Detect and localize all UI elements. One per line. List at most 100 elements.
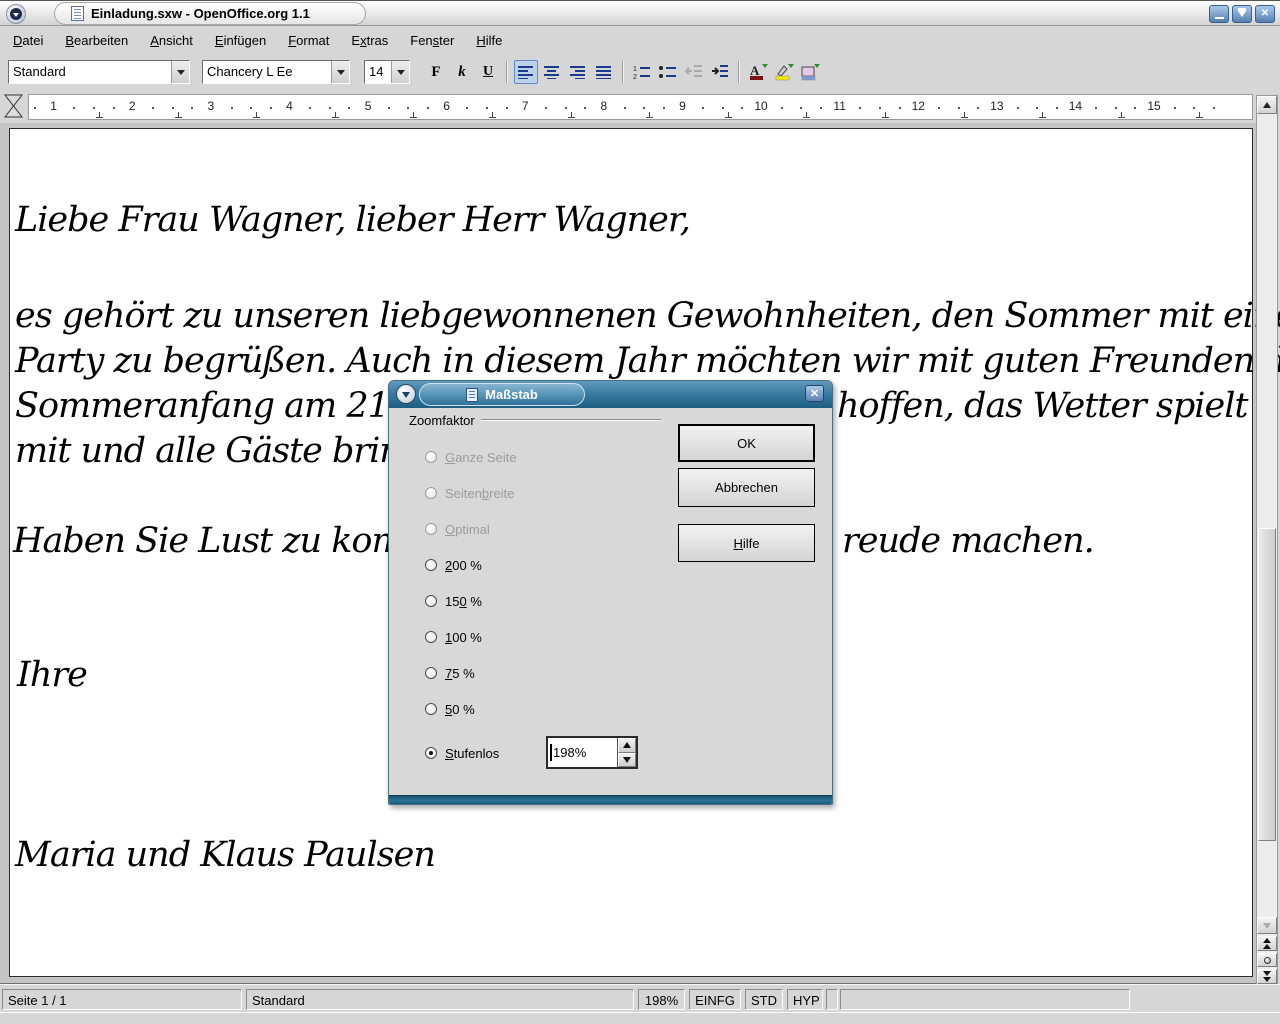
font-name-select[interactable]: Chancery L Ee: [202, 60, 350, 84]
status-198-[interactable]: 198%: [638, 989, 685, 1010]
tab-stop-marker[interactable]: [725, 112, 732, 118]
title-pill[interactable]: Einladung.sxw - OpenOffice.org 1.1: [54, 2, 366, 25]
tab-stop-marker[interactable]: [1118, 112, 1125, 118]
ruler-tick: [1174, 107, 1176, 109]
minimize-button[interactable]: [1209, 5, 1229, 23]
next-page-button[interactable]: [1257, 969, 1277, 984]
spin-up-button[interactable]: [618, 738, 636, 753]
radio-circle-icon[interactable]: [425, 631, 437, 643]
menu-hilfe[interactable]: Hilfe: [465, 29, 513, 52]
menu-datei[interactable]: Datei: [2, 29, 54, 52]
radio-150-[interactable]: 150 %: [425, 590, 482, 612]
tab-stop-marker[interactable]: [646, 112, 653, 118]
vertical-scrollbar[interactable]: [1256, 95, 1278, 984]
radio-stufenlos[interactable]: Stufenlos: [425, 742, 499, 764]
tab-stop-marker[interactable]: [1196, 112, 1203, 118]
increase-indent-button[interactable]: [708, 60, 732, 84]
scrollbar-thumb[interactable]: [1258, 528, 1276, 841]
arrow-up-icon: [623, 742, 631, 748]
decrease-indent-button[interactable]: [682, 60, 706, 84]
tab-stop-marker[interactable]: [803, 112, 810, 118]
radio-75-[interactable]: 75 %: [425, 662, 475, 684]
tab-stop-marker[interactable]: [1039, 112, 1046, 118]
radio-ganze-seite: Ganze Seite: [425, 446, 517, 468]
font-name-value: Chancery L Ee: [203, 61, 331, 83]
radio-200-[interactable]: 200 %: [425, 554, 482, 576]
arrow-down-icon: [623, 757, 631, 763]
previous-page-button[interactable]: [1257, 936, 1277, 951]
radio-circle-icon[interactable]: [425, 703, 437, 715]
radio-circle-icon[interactable]: [425, 747, 437, 759]
tab-stop-marker[interactable]: [961, 112, 968, 118]
align-right-button[interactable]: [566, 60, 590, 84]
spin-down-button[interactable]: [618, 753, 636, 768]
font-size-select[interactable]: 14: [364, 60, 410, 84]
tab-stop-marker[interactable]: [175, 112, 182, 118]
style-dropdown-button[interactable]: [171, 61, 189, 83]
status-hyp[interactable]: HYP: [787, 989, 823, 1010]
tab-stop-marker[interactable]: [96, 112, 103, 118]
radio-circle-icon[interactable]: [425, 595, 437, 607]
menu-bearbeiten[interactable]: Bearbeiten: [54, 29, 139, 52]
bold-button[interactable]: F: [424, 60, 448, 84]
bullet-list-button[interactable]: [656, 60, 680, 84]
abbrechen-button[interactable]: Abbrechen: [678, 468, 815, 507]
numbered-list-icon: 12: [633, 64, 651, 80]
numbered-list-button[interactable]: 12: [630, 60, 654, 84]
size-dropdown-button[interactable]: [391, 61, 409, 83]
status-seite-1-1[interactable]: Seite 1 / 1: [2, 989, 242, 1010]
italic-button[interactable]: k: [450, 60, 474, 84]
tab-stop-marker[interactable]: [410, 112, 417, 118]
menu-einfügen[interactable]: Einfügen: [204, 29, 277, 52]
highlighting-button[interactable]: [772, 60, 796, 84]
tab-stop-marker[interactable]: [568, 112, 575, 118]
radio-circle-icon[interactable]: [425, 667, 437, 679]
menu-ansicht[interactable]: Ansicht: [139, 29, 204, 52]
radio-100-[interactable]: 100 %: [425, 626, 482, 648]
maximize-button[interactable]: [1232, 5, 1252, 23]
radio-circle-icon[interactable]: [425, 559, 437, 571]
underline-button[interactable]: U: [476, 60, 500, 84]
zoom-value-spinbox[interactable]: 198%: [546, 736, 638, 769]
hilfe-button[interactable]: Hilfe: [678, 524, 815, 562]
tab-stop-marker[interactable]: [489, 112, 496, 118]
font-dropdown-button[interactable]: [331, 61, 349, 83]
window-menu-button[interactable]: [6, 4, 26, 24]
status-std[interactable]: STD: [745, 989, 783, 1010]
align-center-button[interactable]: [540, 60, 564, 84]
font-color-button[interactable]: A: [746, 60, 770, 84]
ruler-tick: [1017, 107, 1019, 109]
titlebar: Einladung.sxw - OpenOffice.org 1.1 ✕: [0, 0, 1280, 26]
close-button[interactable]: ✕: [1255, 5, 1275, 23]
ok-button[interactable]: OK: [678, 424, 815, 462]
indent-markers-icon[interactable]: [3, 92, 25, 120]
ruler-tick: [506, 107, 508, 109]
chevron-down-icon: [337, 70, 345, 75]
navigation-button[interactable]: [1257, 953, 1277, 967]
tab-stop-marker[interactable]: [253, 112, 260, 118]
status-empty-cell[interactable]: [826, 989, 838, 1010]
justify-button[interactable]: [592, 60, 616, 84]
tab-stop-marker[interactable]: [882, 112, 889, 118]
scroll-up-button[interactable]: [1257, 96, 1277, 114]
status-einfg[interactable]: EINFG: [689, 989, 741, 1010]
menu-extras[interactable]: Extras: [340, 29, 399, 52]
horizontal-ruler[interactable]: 123456789101112131415: [28, 94, 1253, 120]
ruler-number: 8: [601, 99, 608, 113]
align-left-button[interactable]: [514, 60, 538, 84]
status-empty-cell[interactable]: [840, 989, 1130, 1010]
paragraph-style-select[interactable]: Standard: [8, 60, 190, 84]
scroll-down-button[interactable]: [1257, 917, 1277, 934]
dialog-close-button[interactable]: ✕: [805, 385, 824, 402]
dialog-titlebar[interactable]: Maßstab ✕: [389, 381, 832, 408]
tab-stop-marker[interactable]: [332, 112, 339, 118]
menu-format[interactable]: Format: [277, 29, 340, 52]
radio-50-[interactable]: 50 %: [425, 698, 475, 720]
ruler-tick: [93, 107, 95, 109]
dialog-menu-button[interactable]: [396, 384, 416, 404]
ruler-tick: [820, 107, 822, 109]
radio-circle-icon: [425, 487, 437, 499]
status-standard[interactable]: Standard: [246, 989, 634, 1010]
paragraph-background-button[interactable]: [798, 60, 822, 84]
menu-fenster[interactable]: Fenster: [399, 29, 465, 52]
